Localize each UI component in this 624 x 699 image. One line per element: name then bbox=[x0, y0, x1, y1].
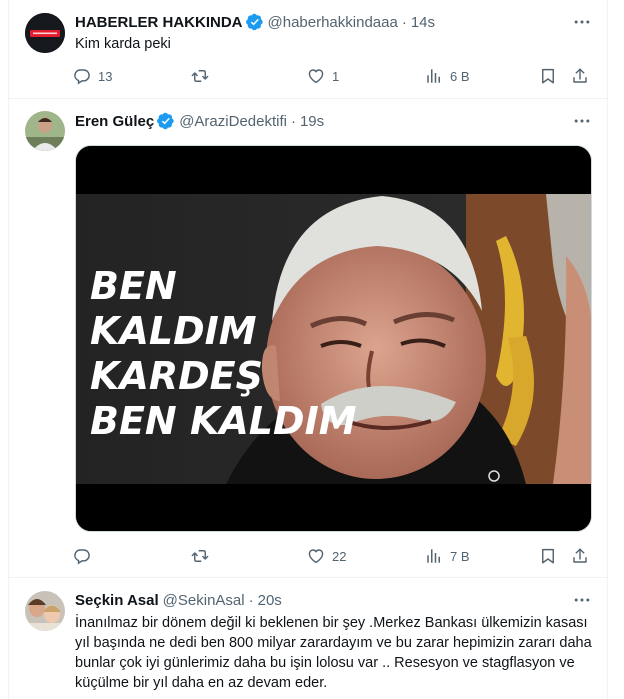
separator-dot: · bbox=[401, 13, 407, 31]
media-caption-line: KALDIM bbox=[90, 309, 257, 353]
views-count: 6 B bbox=[450, 68, 470, 84]
share-button[interactable] bbox=[571, 546, 589, 566]
reply-icon bbox=[73, 67, 91, 85]
verified-badge-icon bbox=[157, 112, 175, 130]
timestamp[interactable]: 19s bbox=[300, 113, 324, 130]
retweet-button[interactable] bbox=[191, 66, 209, 86]
avatar-image bbox=[25, 13, 65, 53]
reply-icon bbox=[73, 547, 91, 565]
media-image: BEN KALDIM KARDEŞ BEN KALDIM bbox=[76, 146, 591, 531]
tweet[interactable]: Seçkin Asal @SekinAsal · 20s İnanılmaz b… bbox=[9, 578, 607, 699]
media-caption-line: BEN bbox=[90, 264, 177, 308]
more-icon[interactable] bbox=[571, 590, 593, 610]
avatar-image bbox=[25, 591, 65, 631]
views-icon bbox=[425, 67, 443, 85]
like-icon bbox=[307, 67, 325, 85]
tweet-header: Eren Güleç @AraziDedektifi · 19s bbox=[75, 111, 324, 131]
like-count: 1 bbox=[332, 68, 340, 84]
views-icon bbox=[425, 547, 443, 565]
author-handle[interactable]: @SekinAsal bbox=[163, 592, 245, 609]
tweet-header: HABERLER HAKKINDA @haberhakkindaaa · 14s bbox=[75, 12, 435, 32]
views-button[interactable]: 7 B bbox=[425, 546, 470, 566]
tweet[interactable]: HABERLER HAKKINDA @haberhakkindaaa · 14s… bbox=[9, 0, 607, 99]
timeline: HABERLER HAKKINDA @haberhakkindaaa · 14s… bbox=[8, 0, 608, 699]
views-count: 7 B bbox=[450, 548, 470, 564]
share-icon bbox=[571, 67, 589, 85]
author-name[interactable]: Seçkin Asal bbox=[75, 592, 159, 609]
tweet-media[interactable]: BEN KALDIM KARDEŞ BEN KALDIM bbox=[75, 145, 592, 532]
reply-count: 13 bbox=[98, 68, 113, 84]
bookmark-button[interactable] bbox=[539, 546, 557, 566]
media-caption-line: BEN KALDIM bbox=[90, 399, 357, 443]
tweet[interactable]: Eren Güleç @AraziDedektifi · 19s BEN KAL… bbox=[9, 99, 607, 578]
author-handle[interactable]: @AraziDedektifi bbox=[179, 113, 287, 130]
avatar[interactable] bbox=[25, 111, 65, 151]
verified-badge-icon bbox=[246, 13, 264, 31]
timestamp[interactable]: 14s bbox=[411, 14, 435, 31]
tweet-header: Seçkin Asal @SekinAsal · 20s bbox=[75, 590, 282, 610]
author-name[interactable]: HABERLER HAKKINDA bbox=[75, 14, 243, 31]
avatar[interactable] bbox=[25, 13, 65, 53]
bookmark-icon bbox=[539, 67, 557, 85]
more-icon[interactable] bbox=[571, 111, 593, 131]
retweet-icon bbox=[191, 67, 209, 85]
avatar-image bbox=[25, 111, 65, 151]
author-handle[interactable]: @haberhakkindaaa bbox=[268, 14, 398, 31]
more-icon[interactable] bbox=[571, 12, 593, 32]
share-button[interactable] bbox=[571, 66, 589, 86]
bookmark-button[interactable] bbox=[539, 66, 557, 86]
bookmark-icon bbox=[539, 547, 557, 565]
avatar[interactable] bbox=[25, 591, 65, 631]
views-button[interactable]: 6 B bbox=[425, 66, 470, 86]
tweet-text: İnanılmaz bir dönem değil ki beklenen bi… bbox=[75, 615, 592, 691]
tweet-actions: 13 1 6 B bbox=[69, 66, 599, 86]
separator-dot: · bbox=[290, 112, 296, 130]
retweet-icon bbox=[191, 547, 209, 565]
tweet-actions: 22 7 B bbox=[69, 546, 599, 566]
reply-button[interactable] bbox=[73, 546, 91, 566]
like-button[interactable]: 22 bbox=[307, 546, 346, 566]
media-caption-line: KARDEŞ bbox=[90, 354, 263, 398]
tweet-text: Kim karda peki bbox=[75, 36, 171, 52]
separator-dot: · bbox=[248, 591, 254, 609]
author-name[interactable]: Eren Güleç bbox=[75, 113, 154, 130]
reply-button[interactable]: 13 bbox=[73, 66, 112, 86]
like-count: 22 bbox=[332, 548, 347, 564]
timestamp[interactable]: 20s bbox=[258, 592, 282, 609]
retweet-button[interactable] bbox=[191, 546, 209, 566]
like-icon bbox=[307, 547, 325, 565]
share-icon bbox=[571, 547, 589, 565]
like-button[interactable]: 1 bbox=[307, 66, 339, 86]
